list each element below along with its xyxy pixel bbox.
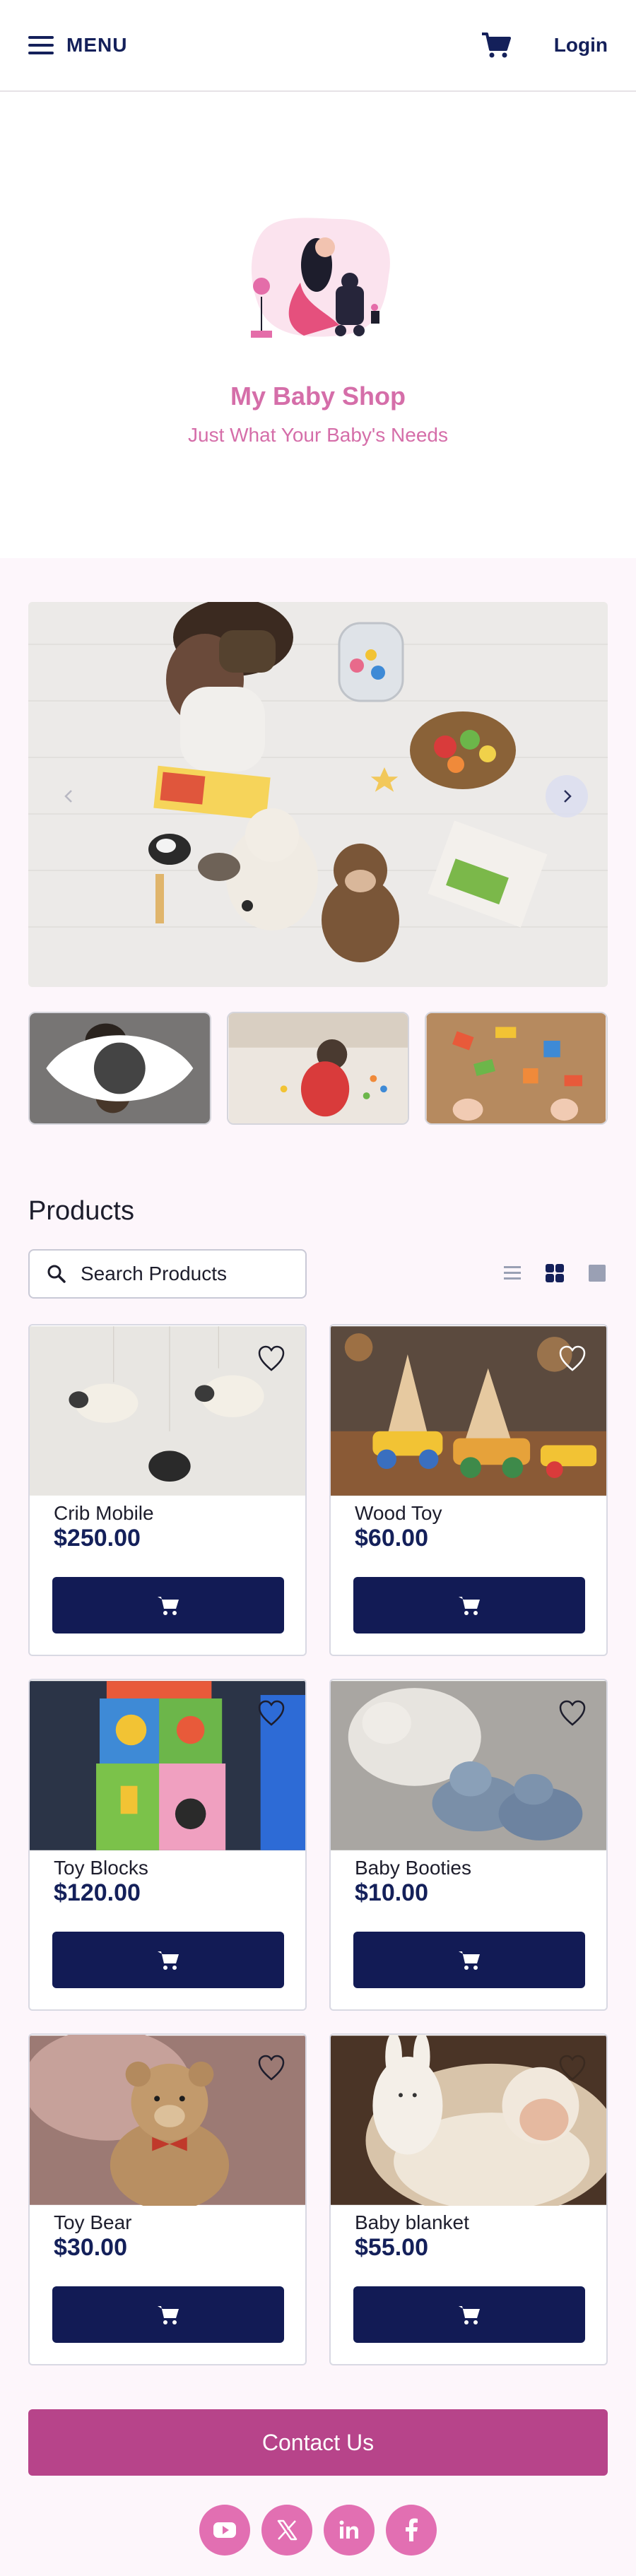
product-name: Toy Blocks (54, 1857, 148, 1879)
product-image (331, 1680, 606, 1851)
cart-icon (459, 2306, 480, 2324)
product-name: Wood Toy (355, 1502, 442, 1524)
heart-icon[interactable] (257, 1700, 285, 1727)
product-image (30, 1325, 305, 1496)
product-card: Crib Mobile $250.00 (28, 1324, 307, 1656)
youtube-icon (213, 2522, 236, 2538)
search-icon (47, 1265, 66, 1283)
product-card: Wood Toy $60.00 (329, 1324, 608, 1656)
product-price: $120.00 (54, 1879, 141, 1906)
carousel-image-baby-toys (28, 602, 608, 987)
image-carousel[interactable] (28, 602, 608, 987)
product-name: Baby blanket (355, 2211, 469, 2233)
cart-icon (459, 1951, 480, 1970)
list-view-icon (504, 1266, 521, 1280)
product-grid: Crib Mobile $250.00 Wood Toy $60.00 Toy … (28, 1324, 608, 2365)
chevron-right-icon (564, 790, 572, 803)
add-to-cart-button[interactable] (353, 1932, 585, 1988)
thumbnail-image (228, 1013, 408, 1123)
product-card: Baby blanket $55.00 (329, 2033, 608, 2365)
product-name: Crib Mobile (54, 1502, 154, 1524)
linkedin-link[interactable] (324, 2505, 375, 2556)
heart-icon[interactable] (558, 2055, 587, 2081)
add-to-cart-button[interactable] (353, 2286, 585, 2343)
product-image (331, 1325, 606, 1496)
product-card: Baby Booties $10.00 (329, 1679, 608, 2011)
cart-icon (459, 1597, 480, 1615)
eye-icon (46, 1035, 194, 1101)
product-price: $10.00 (355, 1879, 428, 1906)
facebook-icon (406, 2518, 418, 2541)
heart-icon[interactable] (558, 1345, 587, 1372)
single-view-icon (589, 1265, 606, 1282)
thumbnail-image (426, 1013, 606, 1123)
youtube-link[interactable] (199, 2505, 250, 2556)
cart-icon[interactable] (481, 31, 512, 59)
search-input[interactable] (81, 1263, 285, 1285)
add-to-cart-button[interactable] (52, 2286, 284, 2343)
contact-us-button[interactable]: Contact Us (28, 2409, 608, 2476)
cart-icon (158, 1597, 179, 1615)
mother-baby-illustration (251, 218, 390, 338)
facebook-link[interactable] (386, 2505, 437, 2556)
thumbnail-1[interactable] (28, 1012, 211, 1125)
chevron-left-icon (64, 790, 72, 803)
carousel-thumbnails (28, 1012, 608, 1125)
thumbnail-2[interactable] (226, 1012, 410, 1125)
grid-view-button[interactable] (544, 1263, 565, 1284)
add-to-cart-button[interactable] (52, 1577, 284, 1633)
product-card: Toy Blocks $120.00 (28, 1679, 307, 2011)
product-name: Baby Booties (355, 1857, 471, 1879)
heart-icon[interactable] (558, 1700, 587, 1727)
product-card: Toy Bear $30.00 (28, 2033, 307, 2365)
heart-icon[interactable] (257, 1345, 285, 1372)
menu-button[interactable]: MENU (28, 34, 127, 57)
social-links (199, 2505, 437, 2556)
thumbnail-3[interactable] (425, 1012, 608, 1125)
grid-view-icon (546, 1264, 564, 1282)
carousel-next-button[interactable] (546, 775, 588, 817)
large-view-button[interactable] (587, 1263, 608, 1284)
login-link[interactable]: Login (554, 34, 608, 57)
add-to-cart-button[interactable] (52, 1932, 284, 1988)
view-toggle-group (502, 1263, 608, 1284)
product-price: $250.00 (54, 1525, 141, 1552)
heart-icon[interactable] (257, 2055, 285, 2081)
x-icon (277, 2519, 298, 2541)
hero-section: My Baby Shop Just What Your Baby's Needs (0, 92, 636, 558)
add-to-cart-button[interactable] (353, 1577, 585, 1633)
product-image (30, 1680, 305, 1851)
cart-icon (158, 2306, 179, 2324)
product-name: Toy Bear (54, 2211, 132, 2233)
hamburger-icon (28, 36, 54, 54)
product-price: $60.00 (355, 1525, 428, 1552)
cart-icon (158, 1951, 179, 1970)
carousel-prev-button[interactable] (48, 775, 90, 817)
product-price: $55.00 (355, 2234, 428, 2261)
product-search-box[interactable] (28, 1249, 307, 1299)
thumbnail-active-overlay (30, 1013, 210, 1123)
shop-subtitle: Just What Your Baby's Needs (188, 424, 448, 446)
top-navbar: MENU Login (0, 0, 636, 92)
product-image (30, 2035, 305, 2206)
linkedin-icon (339, 2520, 358, 2539)
menu-label: MENU (66, 34, 128, 56)
products-heading: Products (28, 1196, 134, 1226)
shop-title: My Baby Shop (230, 382, 406, 410)
list-view-button[interactable] (502, 1263, 523, 1284)
product-price: $30.00 (54, 2234, 127, 2261)
x-link[interactable] (261, 2505, 312, 2556)
product-image (331, 2035, 606, 2206)
